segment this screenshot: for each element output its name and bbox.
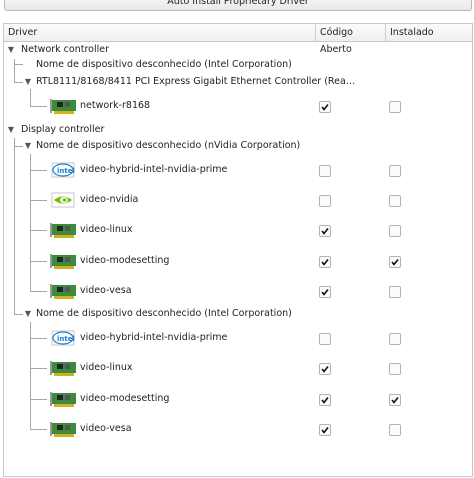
driver-row[interactable]: video-nvidia	[4, 191, 472, 209]
open-source-checkbox[interactable]	[319, 195, 331, 207]
device-label: Nome de dispositivo desconhecido (Intel …	[36, 308, 292, 319]
pci-card-icon	[50, 361, 76, 376]
pci-card-icon	[50, 254, 76, 269]
installed-checkbox[interactable]	[389, 333, 401, 345]
installed-checkbox[interactable]	[389, 165, 401, 177]
driver-name: video-vesa	[80, 423, 132, 434]
chevron-down-icon[interactable]: ▼	[23, 305, 33, 323]
driver-row[interactable]: video-modesetting	[4, 390, 472, 408]
open-source-checkbox[interactable]	[319, 363, 331, 375]
column-installed[interactable]: Instalado	[386, 24, 470, 41]
tree-header: Driver Código Aberto Instalado	[4, 24, 472, 55]
driver-row[interactable]: video-modesetting	[4, 252, 472, 270]
pci-card-icon	[50, 99, 76, 114]
tree-item-device-intel[interactable]: ▼ Nome de dispositivo desconhecido (Inte…	[4, 305, 472, 323]
open-source-checkbox[interactable]	[319, 394, 331, 406]
driver-row[interactable]: video-linux	[4, 221, 472, 239]
driver-name: video-hybrid-intel-nvidia-prime	[80, 164, 228, 175]
auto-install-button[interactable]: Auto Install Proprietary Driver	[4, 0, 472, 11]
driver-row[interactable]: video-vesa	[4, 420, 472, 438]
pci-card-icon	[50, 284, 76, 299]
device-label: Nome de dispositivo desconhecido (nVidia…	[36, 140, 301, 151]
installed-checkbox[interactable]	[389, 394, 401, 406]
installed-checkbox[interactable]	[389, 424, 401, 436]
driver-name: video-vesa	[80, 285, 132, 296]
open-source-checkbox[interactable]	[319, 286, 331, 298]
installed-checkbox[interactable]	[389, 256, 401, 268]
device-label: RTL8111/8168/8411 PCI Express Gigabit Et…	[36, 76, 356, 87]
device-label: Nome de dispositivo desconhecido (Intel …	[36, 59, 292, 70]
driver-name: video-modesetting	[80, 255, 170, 266]
installed-checkbox[interactable]	[389, 225, 401, 237]
open-source-checkbox[interactable]	[319, 165, 331, 177]
installed-checkbox[interactable]	[389, 363, 401, 375]
driver-name: video-nvidia	[80, 194, 139, 205]
driver-row[interactable]: video-linux	[4, 359, 472, 377]
tree-item-device[interactable]: Nome de dispositivo desconhecido (Intel …	[4, 56, 472, 74]
open-source-checkbox[interactable]	[319, 333, 331, 345]
open-source-checkbox[interactable]	[319, 101, 331, 113]
open-source-checkbox[interactable]	[319, 256, 331, 268]
pci-card-icon	[50, 223, 76, 238]
tree-item-device-nvidia[interactable]: ▼ Nome de dispositivo desconhecido (nVid…	[4, 137, 472, 155]
driver-row-network-r8168[interactable]: network-r8168	[4, 97, 472, 115]
column-driver[interactable]: Driver	[4, 24, 314, 41]
pci-card-icon	[50, 422, 76, 437]
installed-checkbox[interactable]	[389, 286, 401, 298]
chevron-down-icon[interactable]: ▼	[23, 137, 33, 155]
driver-row[interactable]: video-vesa	[4, 282, 472, 300]
installed-checkbox[interactable]	[389, 195, 401, 207]
driver-name: video-linux	[80, 362, 133, 373]
nvidia-logo-icon	[51, 192, 75, 208]
driver-name: video-hybrid-intel-nvidia-prime	[80, 332, 228, 343]
driver-tree[interactable]: Driver Código Aberto Instalado ▼ Network…	[3, 23, 473, 477]
installed-checkbox[interactable]	[389, 101, 401, 113]
open-source-checkbox[interactable]	[319, 225, 331, 237]
driver-name: network-r8168	[80, 100, 151, 111]
svg-text:intel: intel	[57, 167, 75, 175]
tree-item-device[interactable]: ▼ RTL8111/8168/8411 PCI Express Gigabit …	[4, 73, 472, 91]
intel-logo-icon: intel	[51, 330, 75, 346]
driver-row[interactable]: intel video-hybrid-intel-nvidia-prime	[4, 161, 472, 179]
svg-text:intel: intel	[57, 335, 75, 343]
column-open-source[interactable]: Código Aberto	[316, 24, 384, 55]
driver-row[interactable]: intel video-hybrid-intel-nvidia-prime	[4, 329, 472, 347]
driver-name: video-linux	[80, 224, 133, 235]
pci-card-icon	[50, 392, 76, 407]
chevron-down-icon[interactable]: ▼	[23, 73, 33, 91]
open-source-checkbox[interactable]	[319, 424, 331, 436]
intel-logo-icon: intel	[51, 162, 75, 178]
driver-name: video-modesetting	[80, 393, 170, 404]
